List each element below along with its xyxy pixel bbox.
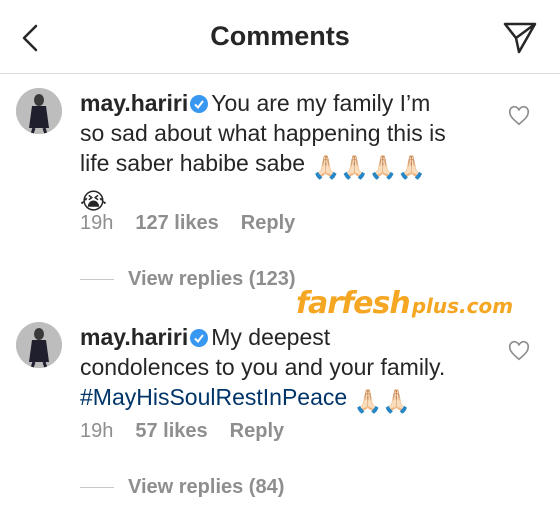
comment-text-line: You are my family I’m xyxy=(211,90,431,116)
watermark-logo: farfesh plus.com xyxy=(296,286,513,321)
view-replies-button[interactable]: View replies (123) xyxy=(80,268,296,291)
avatar[interactable] xyxy=(16,88,62,134)
hashtag-link[interactable]: #MayHisSoulRestInPeace xyxy=(80,384,347,410)
comment-text-line: life saber habibe sabe xyxy=(80,150,306,176)
reply-button[interactable]: Reply xyxy=(241,212,295,235)
view-replies-button[interactable]: View replies (84) xyxy=(80,476,284,499)
comment-body: may.hariri My deepest condolences to you … xyxy=(80,322,500,416)
verified-badge-icon xyxy=(190,329,209,347)
divider-line xyxy=(80,279,114,280)
comment-username[interactable]: may.hariri xyxy=(80,324,188,350)
paper-plane-icon[interactable] xyxy=(502,21,538,55)
avatar-image xyxy=(16,322,62,368)
reply-button[interactable]: Reply xyxy=(230,420,284,443)
heart-icon[interactable] xyxy=(508,105,530,127)
page-title: Comments xyxy=(210,21,350,51)
comment-username[interactable]: may.hariri xyxy=(80,90,188,116)
comment-body: may.hariri You are my family I’m so sad a… xyxy=(80,88,500,216)
comment-text-line: condolences to you and your family. xyxy=(80,354,446,380)
comments-header: Comments xyxy=(0,0,560,74)
avatar[interactable] xyxy=(16,322,62,368)
divider-line xyxy=(80,487,114,488)
verified-badge-icon xyxy=(190,95,209,113)
watermark-main: farfesh xyxy=(296,286,411,321)
praying-hands-emoji: 🙏🏻🙏🏻🙏🏻🙏🏻 xyxy=(311,154,427,180)
comment-meta: 19h 57 likes Reply xyxy=(80,420,284,443)
heart-icon[interactable] xyxy=(508,340,530,362)
avatar-image xyxy=(16,88,62,134)
comment-text-line: My deepest xyxy=(211,324,331,350)
comment-likes[interactable]: 127 likes xyxy=(135,212,218,235)
comment-text-line: so sad about what happening this is xyxy=(80,120,446,146)
comment-time: 19h xyxy=(80,420,114,442)
view-replies-label: View replies (123) xyxy=(128,268,296,290)
praying-hands-emoji: 🙏🏻🙏🏻 xyxy=(353,388,411,414)
comment-time: 19h xyxy=(80,212,114,234)
comment-likes[interactable]: 57 likes xyxy=(135,420,207,443)
view-replies-label: View replies (84) xyxy=(128,476,285,498)
watermark-sub: plus.com xyxy=(411,294,514,318)
comment-meta: 19h 127 likes Reply xyxy=(80,212,295,235)
